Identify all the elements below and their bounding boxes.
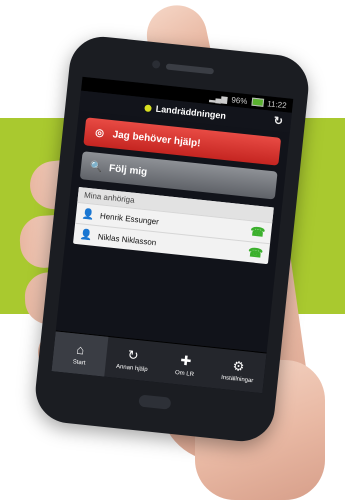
tab-about[interactable]: ✚ Om LR [157,342,214,387]
battery-label: 96% [230,94,248,106]
app-screen: ▂▄▆ 96% 11:22 Landräddningen ↻ ◎ Jag beh… [51,76,294,394]
follow-button-label: Följ mig [108,162,148,178]
tab-label: Start [72,358,86,367]
magnifier-icon: 🔍 [89,160,103,173]
tab-settings[interactable]: ⚙ Inställningar [210,348,267,393]
home-button[interactable] [138,394,172,410]
battery-icon [250,97,264,107]
plus-icon: ✚ [179,352,193,369]
home-icon: ⌂ [75,341,86,357]
loop-icon: ↻ [126,346,140,363]
person-icon: 👤 [79,228,93,242]
tab-other-help[interactable]: ↻ Annan hjälp [104,337,161,382]
earpiece [165,63,215,75]
call-icon[interactable]: ☎ [250,224,266,239]
tab-label: Annan hjälp [115,363,148,373]
tab-label: Om LR [174,369,195,378]
gear-icon: ⚙ [232,357,246,374]
tab-label: Inställningar [220,374,254,384]
alert-icon: ◎ [94,126,105,139]
signal-icon: ▂▄▆ [209,92,228,104]
help-button-label: Jag behöver hjälp! [112,128,202,149]
relatives-list: Mina anhöriga 👤 Henrik Essunger ☎ 👤 Nikl… [72,186,274,265]
call-icon[interactable]: ☎ [247,245,263,260]
camera-icon [151,59,161,69]
status-time: 11:22 [266,98,288,110]
tab-bar: ⌂ Start ↻ Annan hjälp ✚ Om LR ⚙ Inställn… [51,330,267,394]
tab-start[interactable]: ⌂ Start [51,331,109,377]
app-title: Landräddningen [155,103,227,121]
logo-icon [144,103,153,112]
person-icon: 👤 [81,208,96,221]
phone-device: ▂▄▆ 96% 11:22 Landräddningen ↻ ◎ Jag beh… [32,33,312,445]
refresh-icon[interactable]: ↻ [273,114,284,128]
